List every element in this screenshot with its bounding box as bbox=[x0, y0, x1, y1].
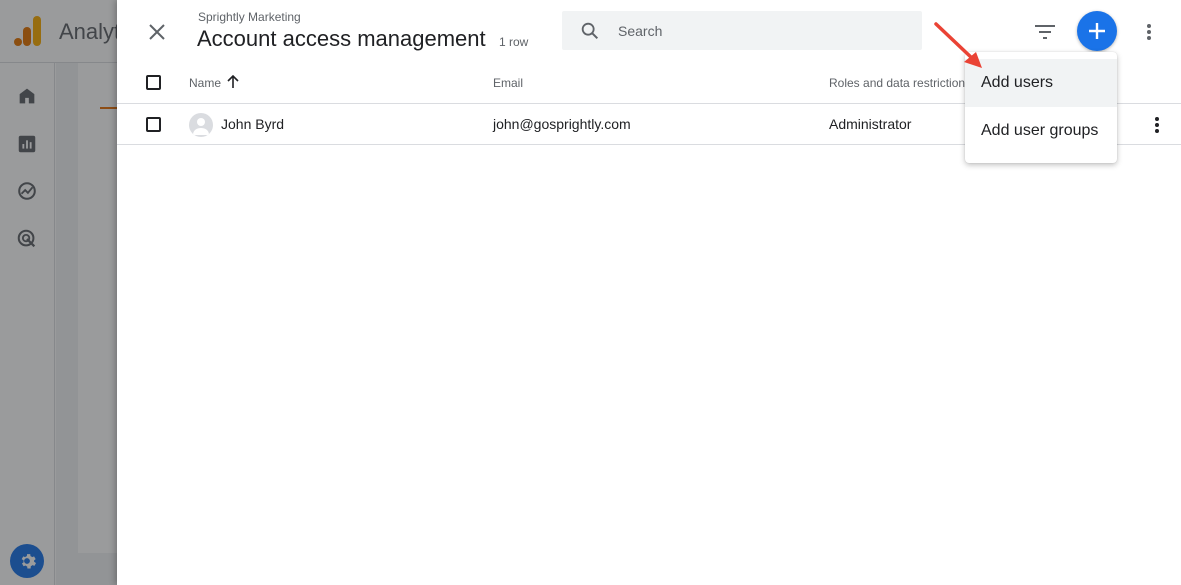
person-icon bbox=[193, 118, 209, 135]
close-icon bbox=[149, 24, 165, 40]
column-header-email[interactable]: Email bbox=[493, 76, 523, 90]
select-all-checkbox[interactable] bbox=[146, 75, 161, 90]
arrow-up-icon[interactable] bbox=[227, 75, 239, 89]
add-button[interactable] bbox=[1077, 11, 1117, 51]
add-icon bbox=[1089, 23, 1105, 39]
row-more-button[interactable] bbox=[1147, 114, 1167, 136]
org-name: Sprightly Marketing bbox=[198, 10, 301, 24]
close-button[interactable] bbox=[143, 18, 171, 46]
user-name: John Byrd bbox=[221, 116, 285, 132]
menu-item-add-users[interactable]: Add users bbox=[965, 59, 1117, 107]
user-role: Administrator bbox=[829, 116, 912, 132]
column-header-roles[interactable]: Roles and data restriction bbox=[829, 76, 965, 90]
menu-item-add-user-groups[interactable]: Add user groups bbox=[965, 107, 1117, 155]
avatar bbox=[189, 113, 213, 137]
more-vert-icon bbox=[1155, 117, 1159, 133]
row-count: 1 row bbox=[499, 35, 529, 49]
search-icon bbox=[581, 22, 599, 39]
search-input[interactable] bbox=[618, 22, 908, 39]
more-vert-icon bbox=[1147, 24, 1151, 40]
more-options-button[interactable] bbox=[1137, 18, 1161, 46]
search-box[interactable] bbox=[562, 11, 922, 50]
filter-icon bbox=[1035, 25, 1055, 39]
filter-button[interactable] bbox=[1032, 19, 1058, 45]
page-title: Account access management bbox=[197, 26, 486, 51]
user-email: john@gosprightly.com bbox=[493, 116, 631, 132]
add-menu: Add users Add user groups bbox=[965, 52, 1117, 163]
column-header-name[interactable]: Name bbox=[189, 76, 221, 90]
row-checkbox[interactable] bbox=[146, 117, 161, 132]
